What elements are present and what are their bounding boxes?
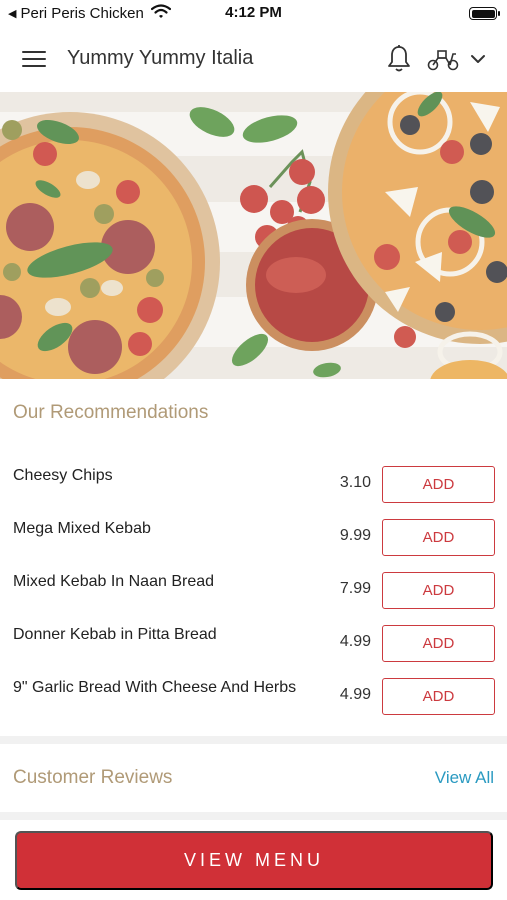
chevron-down-icon[interactable] bbox=[470, 52, 486, 66]
menu-item-row: Cheesy Chips 3.10 ADD bbox=[0, 458, 507, 511]
item-price: 3.10 bbox=[339, 474, 371, 491]
recommendations-heading: Our Recommendations bbox=[13, 402, 209, 423]
item-price: 4.99 bbox=[339, 633, 371, 650]
bell-icon[interactable] bbox=[386, 44, 412, 74]
item-price: 9.99 bbox=[339, 527, 371, 544]
add-button[interactable]: ADD bbox=[382, 678, 495, 715]
hero-image bbox=[0, 92, 507, 379]
item-price: 7.99 bbox=[339, 580, 371, 597]
add-button[interactable]: ADD bbox=[382, 519, 495, 556]
restaurant-title: Yummy Yummy Italia bbox=[67, 47, 254, 69]
item-name: 9" Garlic Bread With Cheese And Herbs bbox=[13, 679, 297, 696]
item-name: Cheesy Chips bbox=[13, 467, 113, 484]
menu-item-row: Mega Mixed Kebab 9.99 ADD bbox=[0, 511, 507, 564]
status-time: 4:12 PM bbox=[225, 4, 282, 21]
item-name: Mega Mixed Kebab bbox=[13, 520, 151, 537]
recommendations-list: Cheesy Chips 3.10 ADD Mega Mixed Kebab 9… bbox=[0, 458, 507, 723]
item-name: Donner Kebab in Pitta Bread bbox=[13, 626, 217, 643]
add-button[interactable]: ADD bbox=[382, 625, 495, 662]
section-divider bbox=[0, 812, 507, 820]
view-menu-button[interactable]: VIEW MENU bbox=[15, 831, 493, 890]
hamburger-menu-icon[interactable] bbox=[22, 51, 46, 69]
view-all-reviews-link[interactable]: View All bbox=[435, 768, 494, 788]
section-divider bbox=[0, 736, 507, 744]
app-header: Yummy Yummy Italia bbox=[0, 28, 507, 92]
menu-item-row: Mixed Kebab In Naan Bread 7.99 ADD bbox=[0, 564, 507, 617]
add-button[interactable]: ADD bbox=[382, 572, 495, 609]
item-name: Mixed Kebab In Naan Bread bbox=[13, 573, 215, 590]
scooter-icon[interactable] bbox=[426, 46, 460, 72]
add-button[interactable]: ADD bbox=[382, 466, 495, 503]
item-price: 4.99 bbox=[339, 686, 371, 703]
reviews-heading: Customer Reviews bbox=[13, 767, 173, 788]
menu-item-row: Donner Kebab in Pitta Bread 4.99 ADD bbox=[0, 617, 507, 670]
battery-icon bbox=[469, 7, 500, 20]
status-bar: ◀ Peri Peris Chicken 4:12 PM bbox=[0, 0, 507, 28]
menu-item-row: 9" Garlic Bread With Cheese And Herbs 4.… bbox=[0, 670, 507, 723]
